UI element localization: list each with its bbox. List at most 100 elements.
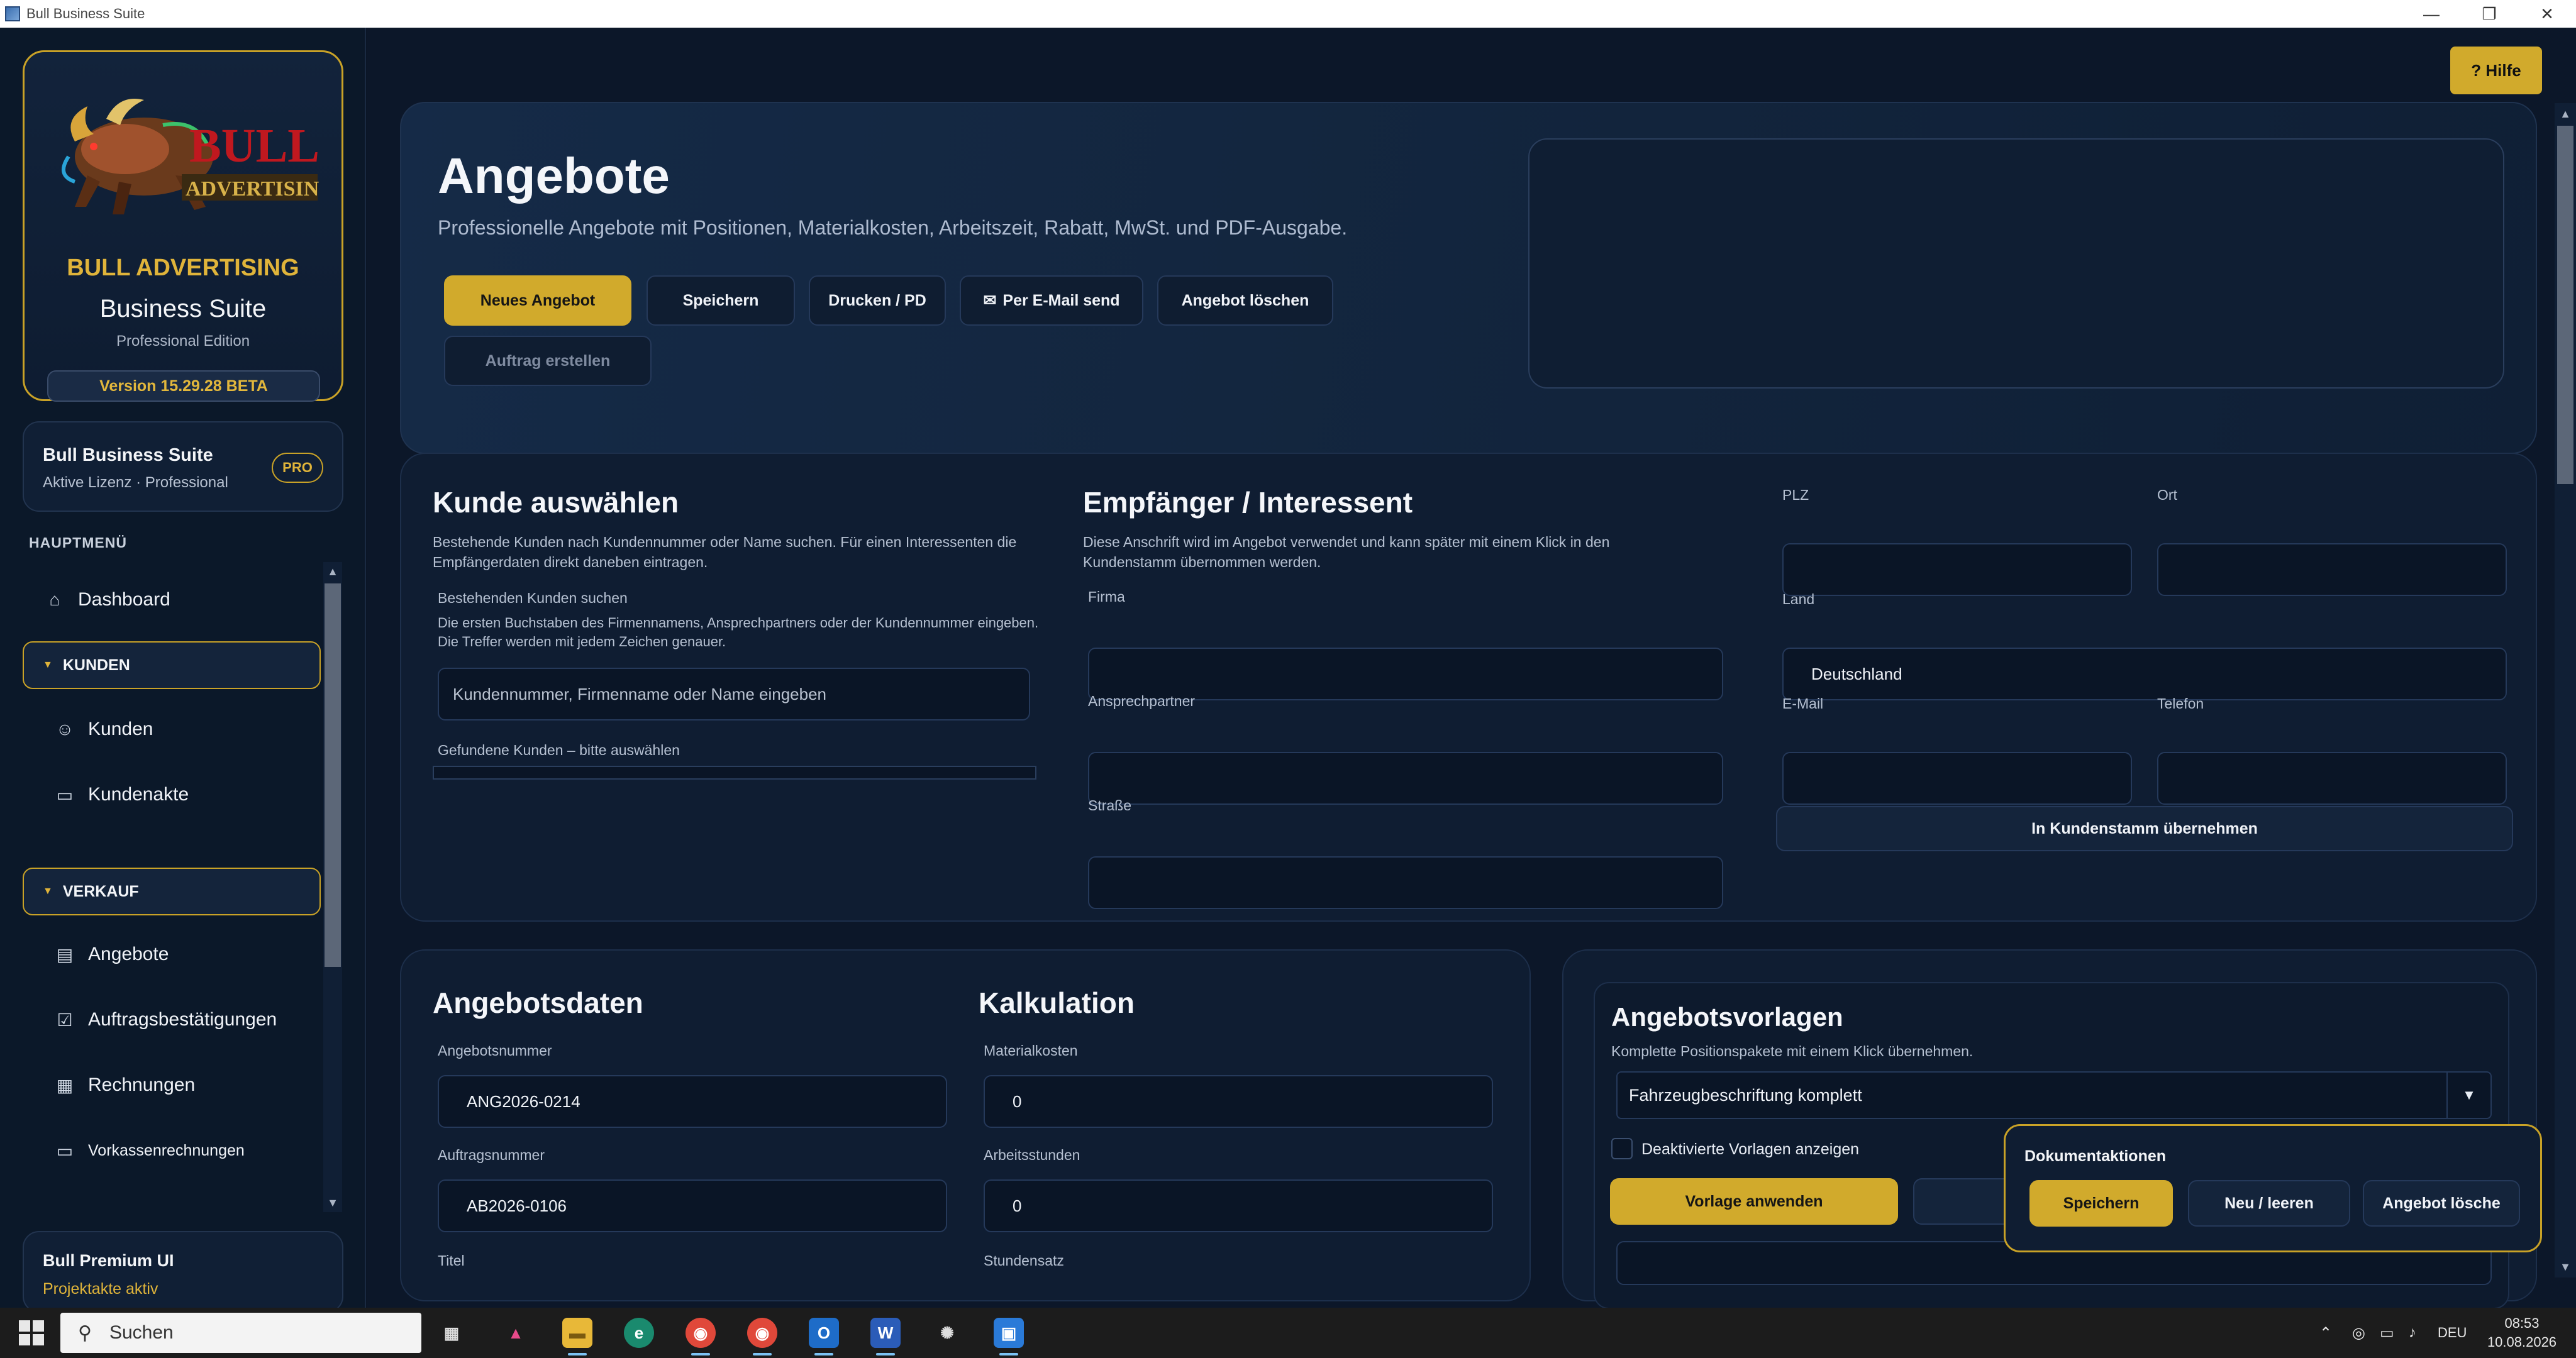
sidebar-group-verkauf[interactable]: ▼ VERKAUF (23, 868, 321, 915)
delete-offer-button[interactable]: Angebot löschen (1157, 275, 1333, 326)
hours-input[interactable]: 0 (984, 1179, 1493, 1232)
windows-start-icon[interactable] (19, 1320, 44, 1345)
outlook-icon[interactable]: O (809, 1318, 839, 1348)
scrollbar-thumb[interactable] (325, 583, 341, 967)
plz-input[interactable] (1782, 543, 2132, 596)
calculation-title: Kalkulation (979, 986, 1135, 1019)
main-content: ? Hilfe Angebote Professionelle Angebote… (367, 28, 2576, 1309)
sidebar-item-label: Kunden (88, 719, 153, 739)
sidebar-item-label: Rechnungen (88, 1074, 196, 1095)
order-number-label: Auftragsnummer (438, 1147, 545, 1163)
transfer-to-customers-button[interactable]: In Kundenstamm übernehmen (1776, 806, 2513, 851)
scroll-down-icon[interactable]: ▼ (2555, 1256, 2576, 1278)
land-input[interactable]: Deutschland (1782, 648, 2507, 700)
doc-delete-button[interactable]: Angebot lösche (2363, 1180, 2520, 1227)
sidebar-item-label: Dashboard (78, 589, 170, 610)
sidebar-scrollbar[interactable]: ▲ ▼ (323, 562, 342, 1212)
network-icon[interactable]: ▭ (2380, 1308, 2394, 1358)
logo-word-bull: BULL (189, 119, 319, 172)
doc-new-button[interactable]: Neu / leeren (2188, 1180, 2350, 1227)
print-pdf-button[interactable]: Drucken / PD (809, 275, 946, 326)
customer-card: Kunde auswählen Bestehende Kunden nach K… (400, 453, 2537, 922)
mail-icon: ✉ (983, 292, 997, 309)
results-label: Gefundene Kunden – bitte auswählen (438, 742, 680, 758)
apply-template-button[interactable]: Vorlage anwenden (1610, 1178, 1898, 1225)
street-input[interactable] (1088, 856, 1723, 909)
order-number-input[interactable]: AB2026-0106 (438, 1179, 947, 1232)
main-scrollbar[interactable]: ▲ ▼ (2555, 103, 2576, 1278)
volume-icon[interactable]: ♪ (2409, 1308, 2416, 1358)
bull-suite-taskbar-icon[interactable]: ▣ (994, 1318, 1024, 1348)
chrome-icon[interactable]: ◉ (686, 1318, 716, 1348)
chrome-alt-icon[interactable]: ◉ (747, 1318, 777, 1348)
ort-input[interactable] (2157, 543, 2507, 596)
pro-badge: PRO (272, 453, 323, 483)
customer-section-description: Bestehende Kunden nach Kundennummer oder… (433, 534, 1017, 570)
version-badge: Version 15.29.28 BETA (47, 370, 320, 402)
language-indicator[interactable]: DEU (2438, 1308, 2467, 1358)
ort-label: Ort (2157, 487, 2177, 503)
sidebar-group-kunden[interactable]: ▼ KUNDEN (23, 641, 321, 689)
customer-results-list[interactable] (433, 766, 1036, 780)
scrollbar-thumb[interactable] (2557, 126, 2573, 484)
scroll-up-icon[interactable]: ▲ (2555, 103, 2576, 124)
customer-search-input[interactable]: Kundennummer, Firmenname oder Name einge… (438, 668, 1030, 720)
email-input[interactable] (1782, 752, 2132, 805)
running-indicator (814, 1353, 833, 1355)
sidebar-item-rechnungen[interactable]: ▦ Rechnungen (23, 1060, 321, 1110)
chevron-down-icon[interactable]: ▼ (2446, 1073, 2490, 1118)
premium-card: Bull Premium UI Projektakte aktiv (23, 1231, 343, 1313)
taskbar-search[interactable]: ⚲ Suchen (60, 1313, 421, 1353)
template-select-value: Fahrzeugbeschriftung komplett (1629, 1085, 1862, 1105)
brand-name: BULL ADVERTISING (67, 255, 299, 281)
offer-number-input[interactable]: ANG2026-0214 (438, 1075, 947, 1128)
sidebar-item-vorkassenrechnungen[interactable]: ▭ Vorkassenrechnungen (23, 1125, 321, 1176)
show-disabled-checkbox[interactable] (1611, 1138, 1633, 1159)
sidebar-item-kunden[interactable]: ☺ Kunden (23, 704, 321, 754)
customer-search-placeholder: Kundennummer, Firmenname oder Name einge… (453, 684, 827, 704)
material-input[interactable]: 0 (984, 1075, 1493, 1128)
file-explorer-icon[interactable]: ▬ (562, 1318, 592, 1348)
new-offer-button[interactable]: Neues Angebot (444, 275, 631, 326)
material-label: Materialkosten (984, 1042, 1078, 1059)
doc-save-button[interactable]: Speichern (2029, 1180, 2173, 1227)
menu-heading: HAUPTMENÜ (29, 534, 127, 551)
send-email-button[interactable]: ✉ Per E-Mail send (960, 275, 1143, 326)
minimize-button[interactable]: — (2402, 0, 2460, 28)
street-label: Straße (1088, 797, 1132, 814)
running-indicator (753, 1353, 772, 1355)
page-header-card: Angebote Professionelle Angebote mit Pos… (400, 102, 2537, 454)
offer-data-card: Angebotsdaten Angebotsnummer ANG2026-021… (400, 949, 1531, 1301)
contact-input[interactable] (1088, 752, 1723, 805)
sidebar-item-kundenakte[interactable]: ▭ Kundenakte (23, 770, 321, 820)
scroll-down-icon[interactable]: ▼ (323, 1193, 342, 1212)
sidebar-item-angebote[interactable]: ▤ Angebote (23, 929, 321, 980)
task-view-icon[interactable]: ▦ (436, 1318, 467, 1348)
phone-input[interactable] (2157, 752, 2507, 805)
template-select[interactable]: Fahrzeugbeschriftung komplett ▼ (1616, 1071, 2492, 1119)
taskbar-clock[interactable]: 08:53 10.08.2026 (2478, 1314, 2566, 1352)
brand-suite: Business Suite (99, 295, 267, 323)
land-label: Land (1782, 591, 1815, 607)
window-titlebar: Bull Business Suite — ❐ ✕ (0, 0, 2576, 28)
affinity-icon[interactable]: ▲ (501, 1318, 531, 1348)
window-title: Bull Business Suite (26, 6, 145, 21)
clock-date: 10.08.2026 (2487, 1334, 2557, 1350)
logo-word-advertising: ADVERTISING (186, 177, 320, 201)
save-button[interactable]: Speichern (647, 275, 795, 326)
scroll-up-icon[interactable]: ▲ (323, 562, 342, 581)
templates-title: Angebotsvorlagen (1611, 1002, 1843, 1032)
restore-button[interactable]: ❐ (2460, 0, 2518, 28)
sidebar-item-auftragsbestaetigungen[interactable]: ☑ Auftragsbestätigungen (23, 995, 321, 1045)
running-indicator (691, 1353, 710, 1355)
word-icon[interactable]: W (870, 1318, 901, 1348)
chatgpt-icon[interactable]: ✺ (932, 1318, 962, 1348)
camera-icon[interactable]: ◎ (2352, 1308, 2365, 1358)
create-order-button[interactable]: Auftrag erstellen (444, 336, 652, 386)
edge-icon[interactable]: e (624, 1318, 654, 1348)
card-icon: ▭ (56, 1140, 74, 1161)
close-button[interactable]: ✕ (2518, 0, 2576, 28)
tray-overflow-icon[interactable]: ⌃ (2319, 1308, 2332, 1358)
sidebar-item-dashboard[interactable]: ⌂ Dashboard (23, 575, 321, 625)
help-button[interactable]: ? Hilfe (2450, 47, 2542, 94)
